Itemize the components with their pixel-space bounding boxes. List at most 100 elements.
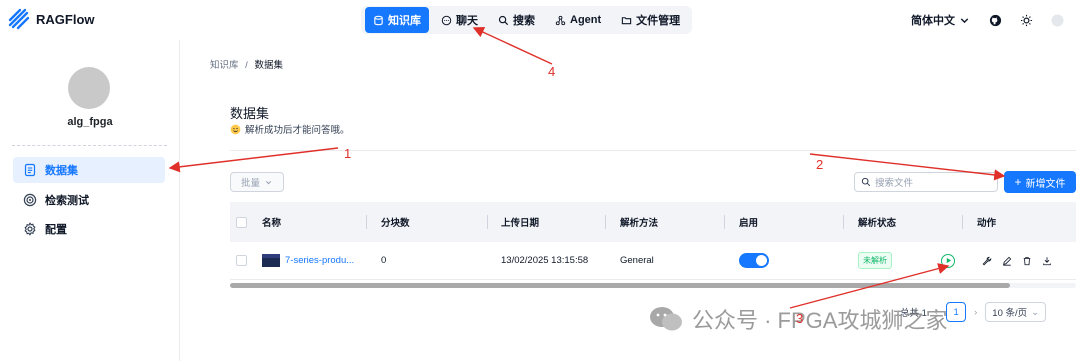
select-all-checkbox[interactable] — [236, 202, 247, 242]
chat-icon — [441, 15, 452, 25]
sidebar-item-label: 检索测试 — [45, 195, 89, 207]
parse-status-cell: 未解析 — [858, 242, 892, 279]
annotation-label-3: 3 — [796, 311, 804, 326]
header-upload-date[interactable]: 上传日期 — [501, 202, 539, 242]
file-name-link[interactable]: 7-series-produ... — [285, 255, 354, 266]
table-row[interactable]: 7-series-produ... 0 13/02/2025 13:15:58 … — [230, 242, 1076, 280]
chevron-right-icon[interactable]: › — [974, 307, 977, 318]
play-icon — [946, 257, 951, 264]
header-name[interactable]: 名称 — [262, 202, 281, 242]
ragflow-logo-icon — [8, 8, 30, 30]
chunks-cell: 0 — [381, 255, 387, 266]
nav-chat[interactable]: 聊天 — [433, 8, 486, 32]
agent-icon — [555, 15, 566, 25]
column-separator — [843, 215, 844, 229]
search-placeholder: 搜索文件 — [875, 178, 914, 189]
nav-search[interactable]: 搜索 — [490, 8, 543, 32]
column-separator — [487, 215, 488, 229]
sun-icon[interactable] — [1020, 14, 1033, 27]
nav-file-management[interactable]: 文件管理 — [613, 8, 688, 32]
nav-agent[interactable]: Agent — [547, 8, 609, 32]
folder-icon — [621, 16, 632, 24]
search-icon — [498, 15, 509, 25]
nav-label: 知识库 — [388, 15, 421, 27]
annotation-label-4: 4 — [548, 64, 556, 79]
batch-button[interactable]: 批量 — [230, 172, 284, 192]
file-icon — [24, 163, 36, 177]
status-badge: 未解析 — [858, 252, 892, 269]
nav-label: 搜索 — [513, 15, 535, 27]
nav-label: 文件管理 — [636, 15, 681, 27]
logo[interactable]: RAGFlow — [8, 8, 95, 30]
horizontal-scrollbar[interactable] — [230, 283, 1076, 288]
breadcrumb-separator: / — [245, 60, 248, 71]
gear-icon — [24, 222, 36, 236]
new-file-button[interactable]: + 新增文件 — [1004, 171, 1076, 193]
page-subtitle: 解析成功后才能问答哦。 — [230, 122, 350, 136]
download-icon[interactable] — [1042, 256, 1052, 266]
page-size-select[interactable]: 10 条/页 ⌄ — [985, 302, 1047, 322]
smile-icon — [230, 124, 241, 134]
header-actions: 简体中文 — [911, 12, 1064, 28]
breadcrumb-root[interactable]: 知识库 — [210, 60, 239, 71]
kb-name: alg_fpga — [67, 116, 113, 128]
search-input[interactable]: 搜索文件 — [854, 172, 998, 192]
file-thumbnail — [262, 254, 280, 267]
plus-icon: + — [1014, 175, 1022, 189]
page-subtitle-text: 解析成功后才能问答哦。 — [245, 125, 350, 136]
row-checkbox[interactable] — [236, 242, 247, 279]
scrollbar-thumb[interactable] — [230, 283, 1010, 288]
nav-label: Agent — [570, 14, 602, 26]
annotation-label-2: 2 — [816, 157, 824, 172]
header-method[interactable]: 解析方法 — [620, 202, 658, 242]
wrench-icon[interactable] — [982, 256, 992, 266]
chevron-down-icon — [960, 17, 969, 23]
sidebar-item-dataset[interactable]: 数据集 — [13, 157, 165, 183]
edit-icon[interactable] — [1002, 256, 1012, 266]
column-separator — [605, 215, 606, 229]
method-cell[interactable]: General — [620, 242, 654, 279]
table-header: 名称 分块数 上传日期 解析方法 启用 解析状态 动作 — [230, 202, 1076, 242]
column-separator — [366, 215, 367, 229]
sidebar-item-label: 配置 — [45, 224, 67, 236]
sidebar-item-config[interactable]: 配置 — [13, 216, 165, 242]
trash-icon[interactable] — [1022, 256, 1032, 266]
row-actions — [982, 242, 1052, 279]
sidebar-divider — [12, 145, 167, 146]
nav-label: 聊天 — [456, 15, 478, 27]
page-1-button[interactable]: 1 — [946, 302, 967, 322]
enable-toggle[interactable] — [739, 242, 769, 279]
github-icon[interactable] — [989, 14, 1002, 27]
wechat-icon — [650, 307, 682, 331]
upload-date-cell: 13/02/2025 13:15:58 — [501, 255, 589, 266]
language-select[interactable]: 简体中文 — [911, 12, 971, 28]
column-separator — [724, 215, 725, 229]
annotation-label-1: 1 — [344, 146, 352, 161]
breadcrumb: 知识库 / 数据集 — [210, 57, 283, 71]
kb-avatar — [68, 67, 110, 109]
header-chunks[interactable]: 分块数 — [381, 202, 410, 242]
nav-knowledge-base[interactable]: 知识库 — [365, 7, 429, 33]
watermark-text: 公众号 · FPGA攻城狮之家 — [692, 308, 948, 333]
header-actions: 动作 — [977, 218, 997, 229]
top-bar: RAGFlow 知识库 聊天 搜索 Agent 文件管理 简体中文 — [0, 0, 1080, 40]
batch-label: 批量 — [240, 178, 260, 189]
header-parse-status[interactable]: 解析状态 — [858, 202, 896, 242]
page-title: 数据集 — [230, 106, 270, 121]
run-parse-button[interactable] — [941, 242, 955, 279]
target-icon — [23, 193, 37, 207]
sidebar-item-retrieval-test[interactable]: 检索测试 — [13, 187, 165, 213]
search-icon — [861, 177, 871, 187]
section-divider — [230, 150, 1076, 151]
file-name-cell[interactable]: 7-series-produ... — [262, 242, 354, 279]
chevron-down-icon — [265, 180, 272, 184]
user-avatar-icon[interactable] — [1051, 14, 1064, 27]
page-size-label: 10 条/页 — [992, 308, 1028, 319]
column-separator — [962, 215, 963, 229]
chevron-down-icon: ⌄ — [1031, 306, 1040, 318]
app-name: RAGFlow — [36, 11, 95, 27]
header-enabled[interactable]: 启用 — [739, 202, 758, 242]
language-label: 简体中文 — [911, 15, 955, 27]
breadcrumb-current: 数据集 — [254, 60, 283, 71]
sidebar-item-label: 数据集 — [45, 165, 78, 177]
